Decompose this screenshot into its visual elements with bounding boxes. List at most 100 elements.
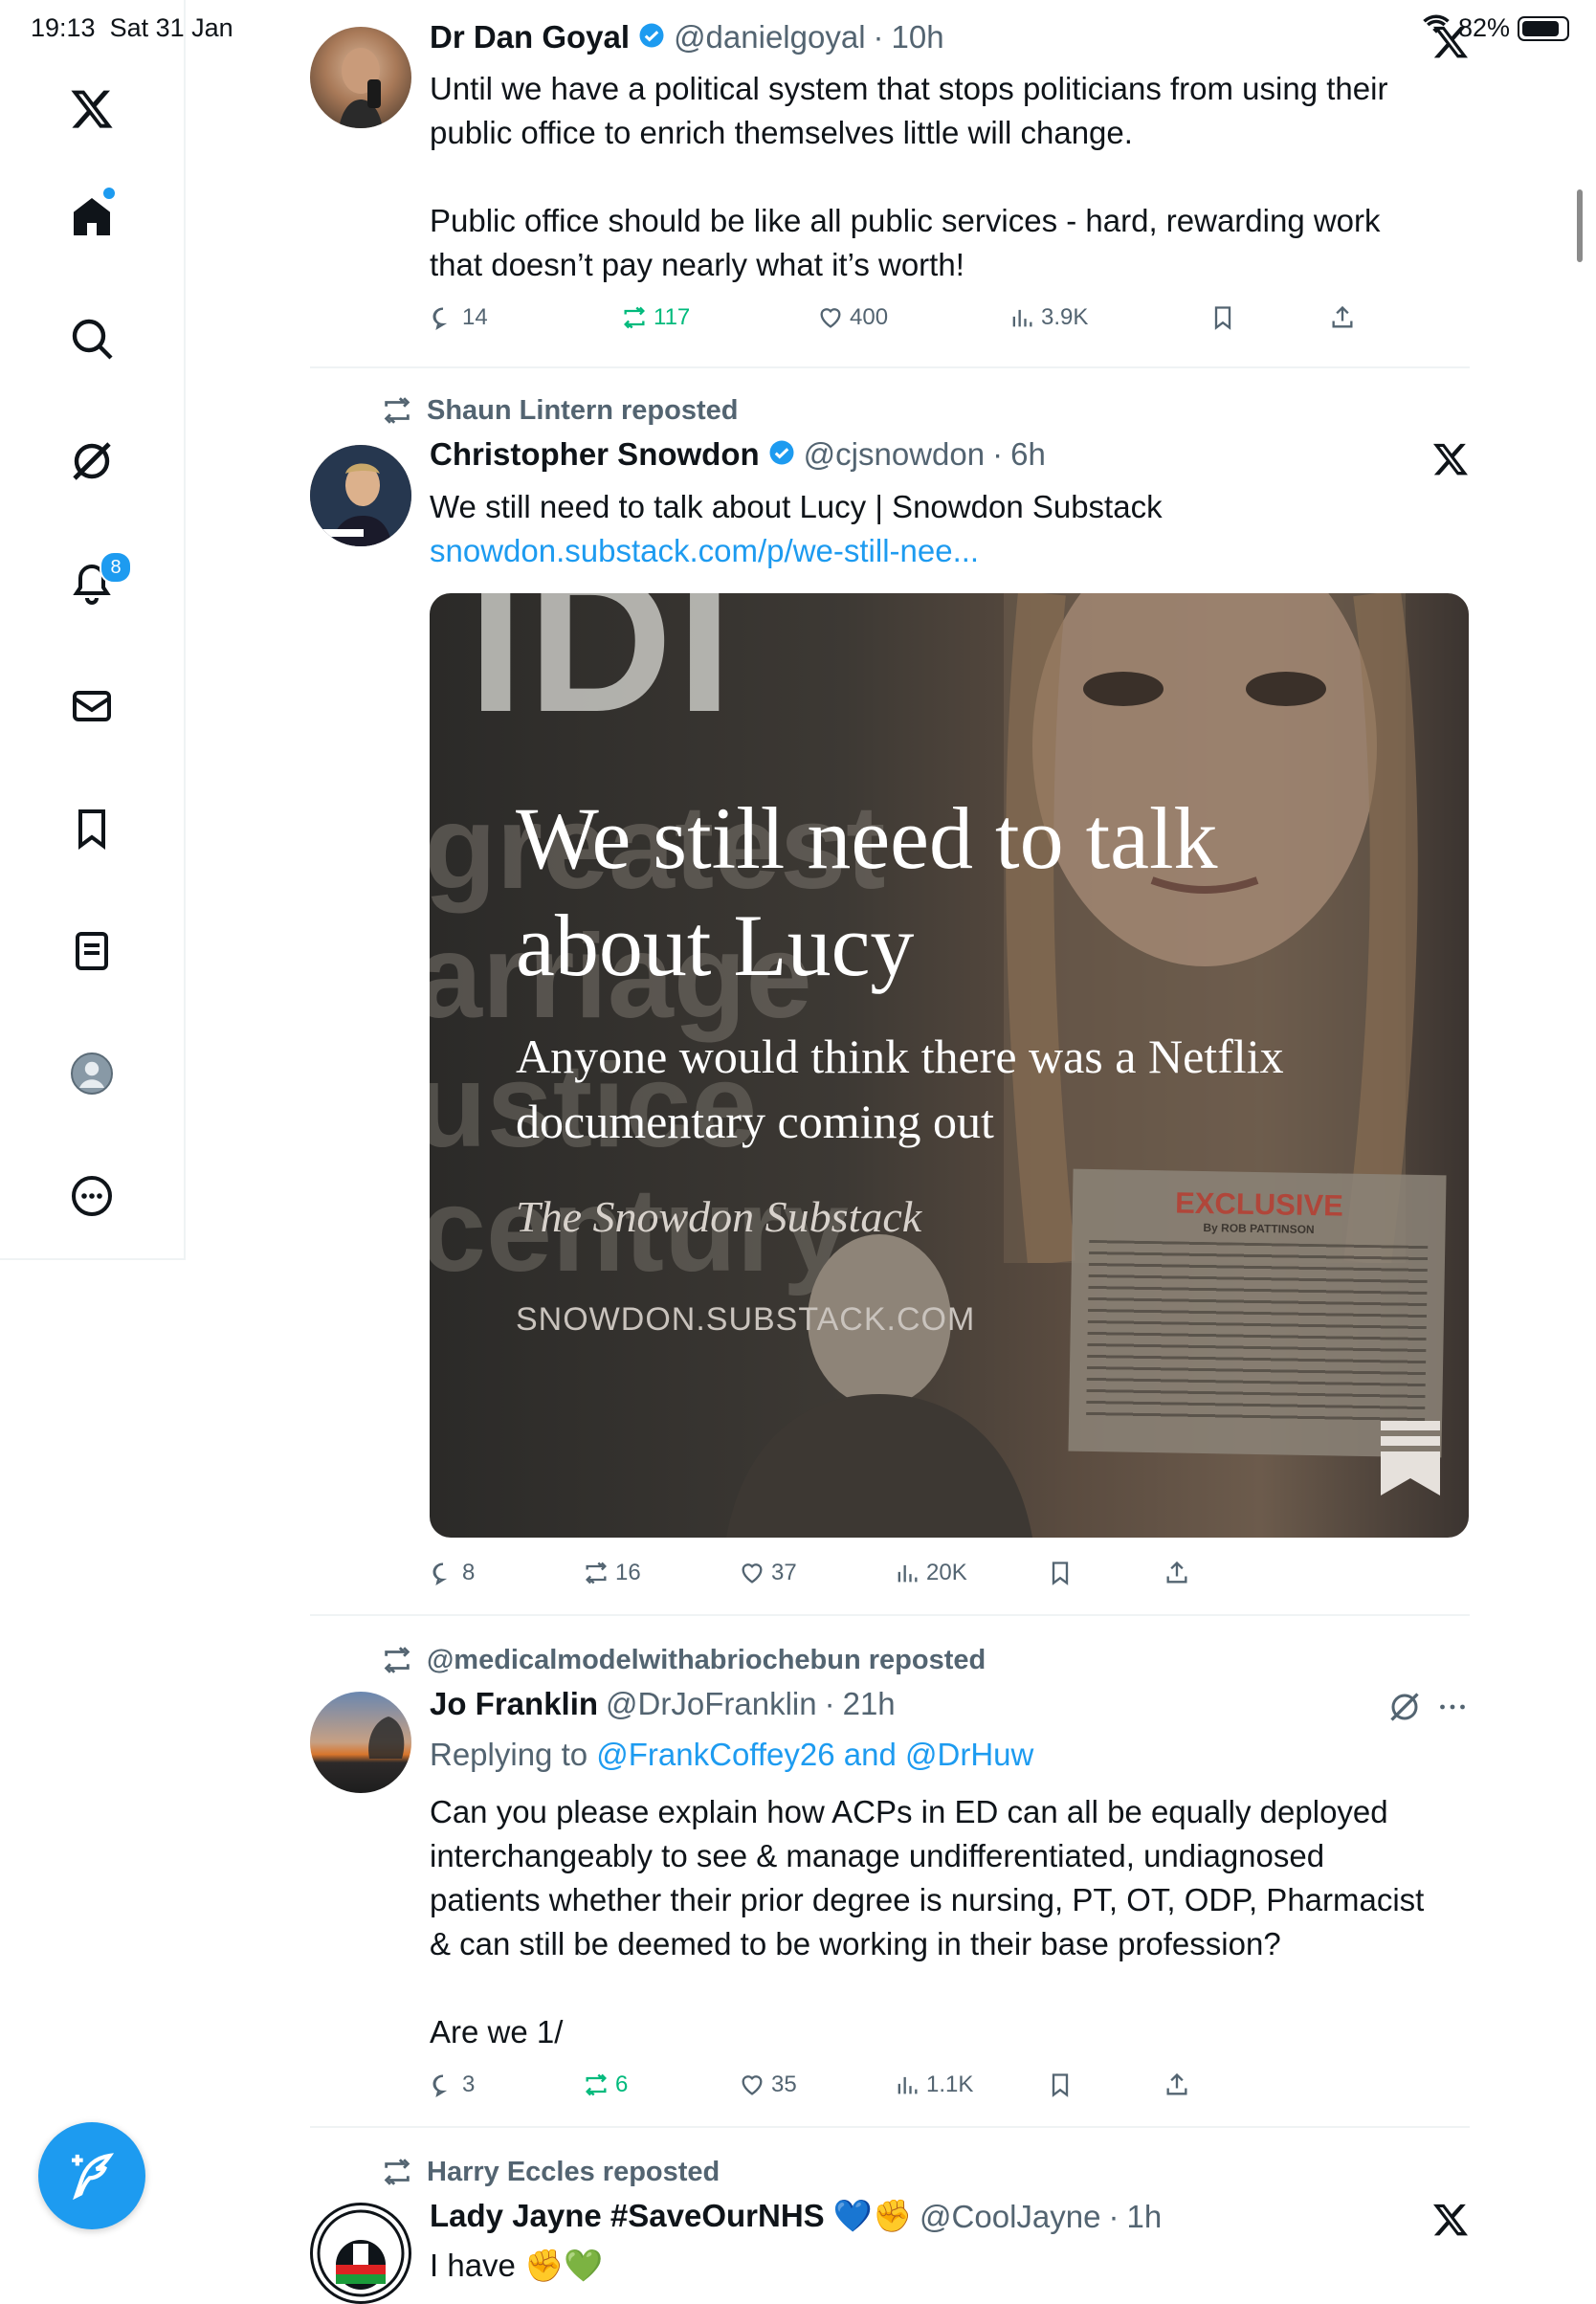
author-name[interactable]: Dr Dan Goyal [430, 19, 630, 55]
verified-badge-icon [637, 21, 666, 55]
reposted-by-label: Harry Eccles reposted [427, 2156, 720, 2187]
replying-prefix: Replying to [430, 1737, 597, 1772]
sidebar-item-lists[interactable] [67, 926, 117, 976]
author-handle[interactable]: @CoolJayne [920, 2199, 1100, 2235]
reposted-by-label: @medicalmodelwithabriochebun reposted [427, 1644, 986, 1675]
card-inset-photo [726, 1234, 1032, 1538]
tweet-time[interactable]: 10h [892, 19, 944, 55]
heart-icon [742, 1563, 763, 1584]
tweet-text-line: interchangeably to see & manage undiffer… [430, 1838, 1325, 1873]
reply-icon [432, 307, 448, 330]
author-name[interactable]: Jo Franklin [430, 1686, 598, 1722]
share-button[interactable] [1164, 1560, 1190, 1586]
tweet-text: Can you please explain how ACPs in ED ca… [430, 1790, 1463, 2054]
replying-to-users[interactable]: @FrankCoffey26 and @DrHuw [596, 1737, 1033, 1772]
sidebar-item-messages[interactable] [67, 681, 117, 731]
tweet-text-line: I have ✊💚 [430, 2248, 604, 2283]
reply-icon [432, 1562, 448, 1585]
notifications-badge: 8 [100, 551, 132, 584]
tweet-actions: 8 16 37 20K [430, 1560, 1190, 1586]
repost-icon [586, 1562, 607, 1584]
avatar[interactable] [310, 2203, 411, 2304]
compose-feather-icon [72, 2153, 115, 2201]
like-button[interactable]: 400 [817, 304, 1009, 331]
bookmark-button[interactable] [1209, 304, 1329, 331]
repost-icon [586, 2073, 607, 2096]
bookmark-button[interactable] [1047, 1560, 1164, 1586]
avatar[interactable] [310, 445, 411, 546]
tweet-time[interactable]: 21h [843, 1686, 896, 1722]
more-options-icon[interactable] [1435, 1690, 1470, 1729]
x-logo-icon[interactable] [67, 84, 117, 134]
tweet-time[interactable]: 6h [1010, 436, 1046, 473]
profile-avatar-icon [71, 1052, 113, 1095]
share-button[interactable] [1164, 2071, 1190, 2098]
repost-button[interactable]: 117 [621, 304, 817, 331]
tweet-time[interactable]: 1h [1126, 2199, 1162, 2235]
avatar[interactable] [310, 27, 411, 128]
home-unread-dot [103, 188, 115, 199]
battery-icon [1518, 15, 1569, 41]
card-title-line: We still need to talk [516, 789, 1218, 887]
views-button[interactable]: 3.9K [1009, 304, 1209, 331]
card-background-word: IDI [468, 593, 737, 754]
card-publication: The Snowdon Substack [516, 1192, 922, 1241]
card-title: We still need to talk about Lucy [516, 785, 1218, 999]
x-logo-icon [1431, 2201, 1470, 2244]
sidebar-item-notifications[interactable]: 8 [67, 551, 132, 609]
share-button[interactable] [1329, 304, 1356, 331]
sidebar-item-more[interactable] [67, 1171, 117, 1221]
tweet-text-line: Until we have a political system that st… [430, 71, 1388, 106]
author-name[interactable]: Lady Jayne #SaveOurNHS 💙✊ [430, 2198, 912, 2235]
avatar[interactable] [310, 1692, 411, 1793]
author-handle[interactable]: @danielgoyal [674, 19, 865, 55]
like-button[interactable]: 37 [739, 1560, 894, 1586]
card-subtitle-line: documentary coming out [516, 1095, 994, 1148]
sidebar-item-profile[interactable] [67, 1049, 117, 1098]
author-handle[interactable]: @cjsnowdon [804, 436, 985, 473]
bookmark-button[interactable] [1047, 2071, 1164, 2098]
repost-button[interactable]: 6 [583, 2071, 739, 2098]
lists-icon [76, 932, 108, 970]
tweet-header: Dr Dan Goyal @danielgoyal · 10h [430, 19, 944, 55]
repost-context[interactable]: Shaun Lintern reposted [381, 394, 738, 427]
compose-post-button[interactable] [38, 2122, 145, 2229]
repost-context[interactable]: Harry Eccles reposted [381, 2156, 720, 2188]
views-chart-icon [898, 2076, 918, 2094]
tweet-text-line: We still need to talk about Lucy | Snowd… [430, 489, 1163, 524]
repost-icon [384, 1647, 410, 1673]
link-preview-card[interactable]: IDI greatest arriage ustice century EXCL… [430, 593, 1469, 1538]
repost-context[interactable]: @medicalmodelwithabriochebun reposted [381, 1644, 986, 1676]
reply-button[interactable]: 8 [430, 1560, 583, 1586]
views-button[interactable]: 1.1K [894, 2071, 1047, 2098]
reply-button[interactable]: 3 [430, 2071, 583, 2098]
bookmark-icon [1214, 306, 1231, 330]
grok-icon[interactable] [1387, 1690, 1422, 1729]
reply-button[interactable]: 14 [430, 304, 621, 331]
substack-logo-icon [1381, 1421, 1440, 1495]
like-button[interactable]: 35 [739, 2071, 894, 2098]
author-name[interactable]: Christopher Snowdon [430, 436, 760, 473]
sidebar-item-home[interactable] [67, 188, 117, 241]
sidebar-item-search[interactable] [67, 314, 117, 364]
sidebar-item-grok[interactable] [67, 436, 117, 486]
heart-icon [820, 308, 841, 328]
time-separator: · [824, 1686, 835, 1721]
scrollbar[interactable] [1577, 189, 1583, 262]
bookmark-icon [1052, 1562, 1069, 1585]
time-separator: · [1108, 2198, 1119, 2234]
tweet-text-line: Can you please explain how ACPs in ED ca… [430, 1794, 1388, 1829]
divider [310, 1614, 1470, 1616]
repost-icon [384, 397, 410, 424]
author-handle[interactable]: @DrJoFranklin [606, 1686, 817, 1722]
clipping-text-lines [1085, 1239, 1429, 1429]
views-button[interactable]: 20K [894, 1560, 1047, 1586]
card-domain: SNOWDON.SUBSTACK.COM [516, 1301, 976, 1338]
repost-button[interactable]: 16 [583, 1560, 739, 1586]
sidebar-item-bookmarks[interactable] [67, 804, 117, 853]
divider [310, 2126, 1470, 2128]
tweet-text-line: patients whether their prior degree is n… [430, 1882, 1425, 1917]
tweet-link[interactable]: snowdon.substack.com/p/we-still-nee... [430, 529, 1463, 573]
repost-icon [384, 2159, 410, 2185]
tweet-header: Lady Jayne #SaveOurNHS 💙✊ @CoolJayne · 1… [430, 2198, 1162, 2235]
